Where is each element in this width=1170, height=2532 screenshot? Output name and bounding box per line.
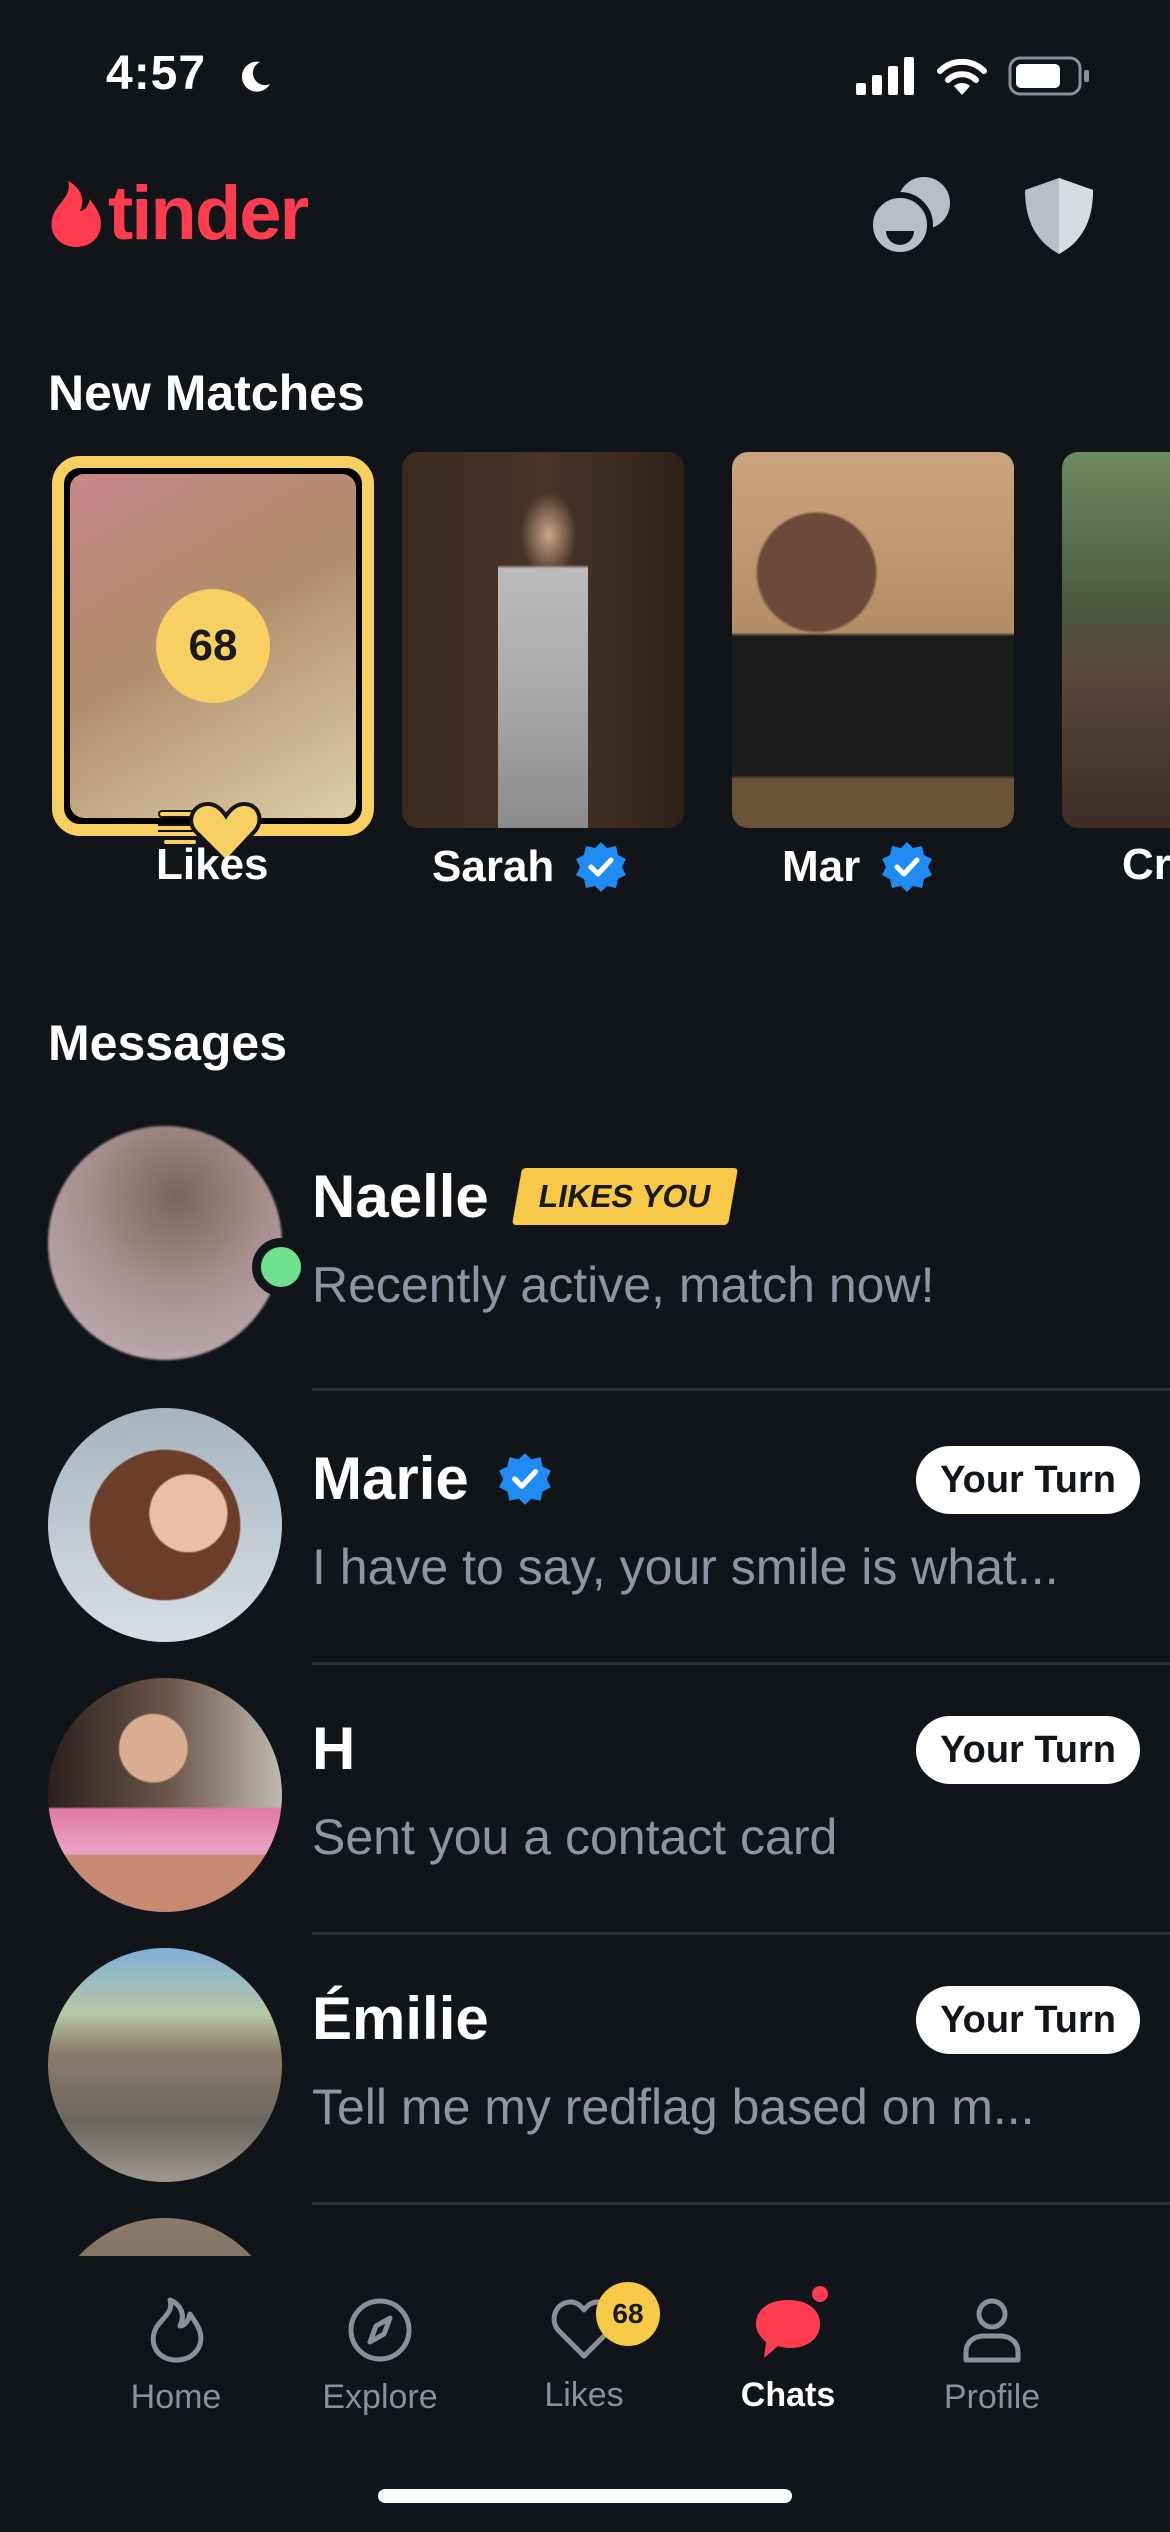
flame-logo-icon bbox=[51, 181, 101, 247]
divider bbox=[312, 1932, 1170, 1935]
divider bbox=[312, 1388, 1170, 1391]
avatar bbox=[48, 1678, 282, 1912]
wifi-icon bbox=[937, 58, 987, 95]
avatar bbox=[48, 2218, 282, 2256]
likes-count-badge: 68 bbox=[596, 2282, 660, 2346]
message-name-row: H bbox=[312, 1714, 355, 1783]
divider bbox=[312, 2202, 1170, 2205]
message-row-h[interactable]: H Your Turn Sent you a contact card bbox=[0, 1678, 1170, 1948]
logo-text: tinder bbox=[108, 171, 309, 256]
moon-icon bbox=[241, 61, 270, 92]
verified-icon bbox=[882, 842, 933, 892]
likes-blurred-preview: 68 bbox=[70, 474, 356, 818]
match-name-cr: Cr bbox=[1122, 840, 1170, 890]
match-name-mar: Mar bbox=[782, 840, 934, 894]
tab-profile[interactable]: Profile bbox=[892, 2296, 1092, 2466]
new-matches-title: New Matches bbox=[48, 365, 365, 421]
match-name: Mar bbox=[782, 842, 861, 891]
tab-label: Explore bbox=[322, 2378, 438, 2416]
likes-you-badge: LIKES YOU bbox=[511, 1168, 738, 1225]
message-preview: Sent you a contact card bbox=[312, 1809, 838, 1865]
flame-icon bbox=[150, 2297, 204, 2363]
online-indicator bbox=[252, 1238, 310, 1296]
your-turn-badge: Your Turn bbox=[916, 1446, 1140, 1514]
tinder-logo: tinder bbox=[48, 171, 309, 256]
verified-icon bbox=[576, 842, 627, 892]
messages-list[interactable]: Naelle LIKES YOU Recently active, match … bbox=[0, 1120, 1170, 2256]
message-name: Naelle bbox=[312, 1163, 489, 1230]
message-row-partial[interactable] bbox=[0, 2218, 1170, 2256]
new-matches-carousel[interactable]: 68 Likes Sarah Mar Cr bbox=[0, 452, 1170, 922]
avatar bbox=[48, 1126, 282, 1360]
status-time: 4:57 bbox=[106, 47, 207, 100]
tab-label: Chats bbox=[740, 2376, 836, 2414]
message-name: H bbox=[312, 1715, 356, 1782]
tab-chats[interactable]: Chats bbox=[688, 2286, 888, 2466]
cellular-signal-icon bbox=[856, 57, 914, 95]
message-preview: Tell me my redflag based on m... bbox=[312, 2079, 1035, 2135]
messages-title: Messages bbox=[48, 1015, 288, 1071]
match-card-mar[interactable] bbox=[732, 452, 1014, 828]
tab-label: Likes bbox=[544, 2376, 624, 2414]
match-name: Cr bbox=[1122, 840, 1170, 889]
your-turn-badge: Your Turn bbox=[916, 1986, 1140, 2054]
message-name-row: Naelle LIKES YOU bbox=[312, 1162, 738, 1231]
verified-icon bbox=[498, 1452, 551, 1505]
match-name: Sarah bbox=[432, 842, 555, 891]
tab-label: Profile bbox=[943, 2378, 1041, 2416]
avatar bbox=[48, 1948, 282, 2182]
double-date-icon bbox=[867, 177, 950, 257]
tab-label: Home bbox=[130, 2378, 222, 2416]
match-card-cr[interactable] bbox=[1062, 452, 1170, 828]
person-icon bbox=[963, 2298, 1021, 2363]
likes-label: Likes bbox=[156, 840, 269, 889]
message-name: Émilie bbox=[312, 1985, 489, 2052]
message-preview: Recently active, match now! bbox=[312, 1257, 935, 1313]
chats-screen: 4:57 tinder New Matches 68 Likes Sarah M… bbox=[0, 0, 1170, 2532]
compass-icon bbox=[348, 2298, 412, 2362]
likes-card[interactable]: 68 bbox=[52, 456, 374, 836]
message-preview: I have to say, your smile is what... bbox=[312, 1539, 1059, 1595]
likes-count-badge: 68 bbox=[156, 589, 270, 703]
status-indicators bbox=[856, 56, 1090, 96]
safety-button[interactable] bbox=[1014, 170, 1104, 260]
home-indicator[interactable] bbox=[378, 2489, 792, 2503]
status-bar: 4:57 bbox=[0, 0, 1170, 150]
tab-explore[interactable]: Explore bbox=[280, 2296, 480, 2466]
message-name: Marie bbox=[312, 1445, 469, 1512]
divider bbox=[312, 1662, 1170, 1665]
match-name-sarah: Sarah bbox=[432, 840, 628, 894]
match-card-sarah[interactable] bbox=[402, 452, 684, 828]
message-name-row: Marie bbox=[312, 1444, 553, 1513]
double-date-button[interactable] bbox=[866, 170, 956, 260]
tab-home[interactable]: Home bbox=[76, 2296, 276, 2466]
message-row-emilie[interactable]: Émilie Your Turn Tell me my redflag base… bbox=[0, 1948, 1170, 2218]
message-row-marie[interactable]: Marie Your Turn I have to say, your smil… bbox=[0, 1408, 1170, 1678]
avatar bbox=[48, 1408, 282, 1642]
unread-dot bbox=[812, 2286, 828, 2302]
message-row-naelle[interactable]: Naelle LIKES YOU Recently active, match … bbox=[0, 1126, 1170, 1396]
shield-icon bbox=[1025, 178, 1093, 254]
your-turn-badge: Your Turn bbox=[916, 1716, 1140, 1784]
chat-bubble-icon bbox=[756, 2300, 820, 2358]
tab-likes[interactable]: 68 Likes bbox=[484, 2282, 684, 2466]
battery-icon bbox=[1008, 56, 1089, 96]
message-name-row: Émilie bbox=[312, 1984, 489, 2053]
